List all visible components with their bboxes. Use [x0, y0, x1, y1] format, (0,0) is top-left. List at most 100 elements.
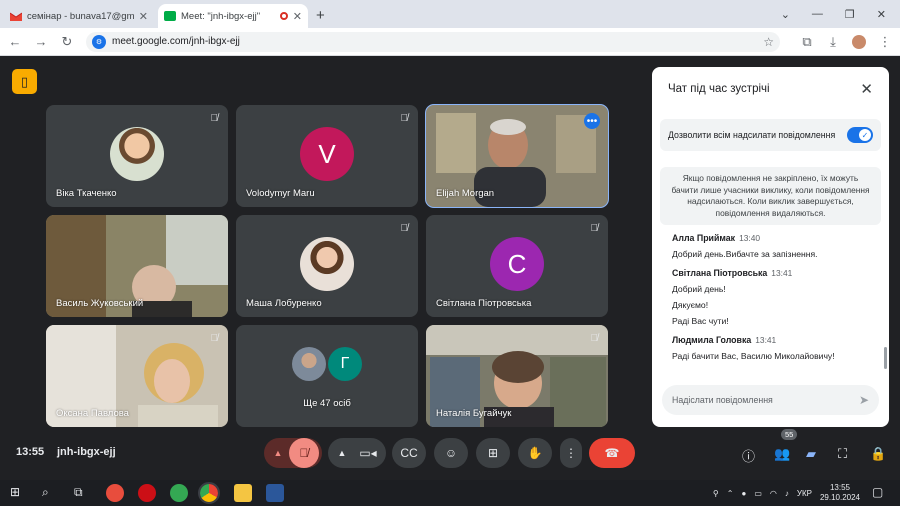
- captions-button[interactable]: CC: [392, 438, 426, 468]
- tab-meet[interactable]: Meet: "jnh-ibgx-ejj" ✕: [158, 4, 308, 28]
- mic-off-button[interactable]: 🎙̸: [289, 438, 319, 468]
- message-author: Світлана Піотровська: [672, 268, 768, 278]
- chat-scrollbar[interactable]: [884, 347, 887, 369]
- meeting-controls: 13:55 jnh-ibgx-ejj ▲ 🎙̸ ▲ ▭◂ CC ☺ ⊞ ✋ ⋮ …: [0, 429, 900, 476]
- participant-tile[interactable]: V 🎙̸ Volodymyr Maru: [236, 105, 418, 207]
- chat-message: Людмила Головка 13:41 Раді бачити Вас, Ва…: [672, 335, 877, 361]
- omnibox[interactable]: ⚙ meet.google.com/jnh-ibgx-ejj ☆: [86, 31, 780, 52]
- tab-label: семінар - bunava17@gmail.com: [27, 10, 134, 22]
- bookmark-star-icon[interactable]: ☆: [763, 35, 774, 49]
- battery-icon[interactable]: ▭: [754, 489, 762, 498]
- opera-icon[interactable]: [138, 484, 156, 502]
- close-window-icon[interactable]: ✕: [877, 8, 886, 21]
- close-tab-icon[interactable]: ✕: [139, 10, 148, 23]
- participant-avatar: C: [490, 237, 544, 291]
- more-vert-icon: ⋮: [565, 446, 577, 460]
- raise-hand-button[interactable]: ✋: [518, 438, 552, 468]
- volume-icon[interactable]: ♪: [785, 489, 789, 498]
- profile-avatar[interactable]: [852, 34, 866, 49]
- reload-icon[interactable]: ↻: [60, 34, 74, 50]
- camera-icon[interactable]: ▭◂: [353, 446, 383, 460]
- close-icon[interactable]: ✕: [860, 80, 873, 98]
- app-icon[interactable]: [106, 484, 124, 502]
- restore-icon[interactable]: ❐: [845, 8, 855, 21]
- chat-title: Чат під час зустрічі: [668, 83, 770, 95]
- file-explorer-icon[interactable]: [234, 484, 252, 502]
- participant-tile[interactable]: Василь Жуковський: [46, 215, 228, 317]
- search-icon[interactable]: ⌕: [42, 485, 49, 500]
- people-icon[interactable]: 👥: [774, 446, 790, 462]
- emoji-icon: ☺: [444, 446, 458, 460]
- participant-name: Elijah Morgan: [436, 188, 495, 199]
- app-tray-icon[interactable]: ●: [741, 489, 746, 498]
- participant-tile[interactable]: 🎙̸ Наталія Бугайчук: [426, 325, 608, 427]
- message-time: 13:41: [755, 335, 777, 345]
- allow-messages-toggle[interactable]: ✓: [847, 127, 873, 143]
- tile-options-icon[interactable]: •••: [584, 113, 600, 129]
- message-text: Раді бачити Вас, Василю Миколайовичу!: [672, 351, 835, 361]
- participant-tile[interactable]: 🎙̸ Маша Лобуренко: [236, 215, 418, 317]
- participant-avatar: [300, 237, 354, 291]
- tab-search-icon[interactable]: ⌄: [781, 8, 790, 21]
- downloads-icon[interactable]: ⤓: [826, 34, 840, 50]
- message-time: 13:40: [739, 233, 761, 243]
- participant-avatar: [292, 347, 326, 381]
- meeting-code: jnh-ibgx-ejj: [57, 446, 116, 458]
- participant-tile[interactable]: C 🎙̸ Світлана Піотровська: [426, 215, 608, 317]
- word-icon[interactable]: [266, 484, 284, 502]
- participant-name: Віка Ткаченко: [56, 188, 117, 199]
- mic-off-icon: 🎙̸: [590, 333, 599, 344]
- screen: семінар - bunava17@gmail.com ✕ Meet: "jn…: [0, 0, 900, 506]
- more-options-button[interactable]: ⋮: [560, 438, 582, 468]
- mic-control: ▲ 🎙̸: [264, 438, 322, 468]
- back-icon[interactable]: ←: [8, 34, 22, 49]
- participant-avatar: Г: [328, 347, 362, 381]
- wifi-icon[interactable]: ◠: [770, 489, 777, 498]
- info-icon[interactable]: ⓘ: [742, 446, 755, 465]
- task-view-icon[interactable]: ⧉: [74, 485, 83, 500]
- emoji-button[interactable]: ☺: [434, 438, 468, 468]
- new-tab-icon[interactable]: +: [316, 7, 325, 24]
- participant-tile[interactable]: 🎙̸ Оксана Павлова: [46, 325, 228, 427]
- meeting-info-icon[interactable]: ▯: [12, 69, 37, 94]
- leave-call-button[interactable]: ☎: [589, 438, 635, 468]
- participant-tile-active[interactable]: ••• Elijah Morgan: [425, 104, 609, 208]
- chat-message: Алла Приймак 13:40 Добрий день.Вибачте за…: [672, 233, 877, 259]
- participant-tile[interactable]: 🎙̸ Віка Ткаченко: [46, 105, 228, 207]
- close-tab-icon[interactable]: ✕: [293, 10, 302, 23]
- participant-name: Василь Жуковський: [56, 298, 144, 309]
- more-participants-tile[interactable]: Г Ще 47 осіб: [236, 325, 418, 427]
- activities-icon[interactable]: ⛶: [838, 446, 847, 462]
- host-controls-icon[interactable]: 🔒: [870, 446, 886, 462]
- video-options-icon[interactable]: ▲: [331, 448, 353, 458]
- system-tray: ⚲ ⌃ ● ▭ ◠ ♪ УКР 13:55 29.10.2024: [713, 483, 860, 503]
- allow-messages-row: Дозволити всім надсилати повідомлення ✓: [660, 119, 881, 151]
- clock-date: 29.10.2024: [819, 493, 860, 502]
- chat-message: Світлана Піотровська 13:41 Добрий день! Д…: [672, 268, 877, 326]
- minimize-icon[interactable]: —: [812, 8, 823, 20]
- chrome-icon[interactable]: [198, 482, 220, 504]
- app-icon-green[interactable]: [170, 484, 188, 502]
- tab-gmail[interactable]: семінар - bunava17@gmail.com ✕: [4, 4, 154, 28]
- forward-icon[interactable]: →: [34, 34, 48, 49]
- tray-overflow-icon[interactable]: ⌃: [727, 489, 734, 498]
- windows-start-icon[interactable]: ⊞: [10, 485, 20, 499]
- audio-options-icon[interactable]: ▲: [267, 448, 289, 458]
- extensions-icon[interactable]: ⧉: [800, 34, 814, 50]
- message-input[interactable]: Надіслати повідомлення ➤: [662, 385, 879, 415]
- recording-icon: [279, 12, 288, 20]
- menu-dots-icon[interactable]: ⋮: [878, 34, 892, 50]
- clock[interactable]: 13:55 29.10.2024: [820, 483, 860, 503]
- language-indicator[interactable]: УКР: [797, 489, 812, 498]
- mic-off-icon: 🎙̸: [400, 113, 409, 124]
- captions-icon: CC: [400, 446, 418, 460]
- people-tray-icon[interactable]: ⚲: [713, 489, 719, 498]
- meet-icon: [164, 11, 176, 21]
- send-icon[interactable]: ➤: [859, 393, 869, 407]
- chat-messages: Алла Приймак 13:40 Добрий день.Вибачте за…: [672, 233, 877, 370]
- chat-icon[interactable]: ▰: [806, 446, 816, 462]
- notifications-icon[interactable]: ▢: [872, 485, 883, 499]
- present-button[interactable]: ⊞: [476, 438, 510, 468]
- site-info-icon[interactable]: ⚙: [92, 34, 106, 49]
- chat-notice: Якщо повідомлення не закріплено, їх можу…: [660, 167, 881, 225]
